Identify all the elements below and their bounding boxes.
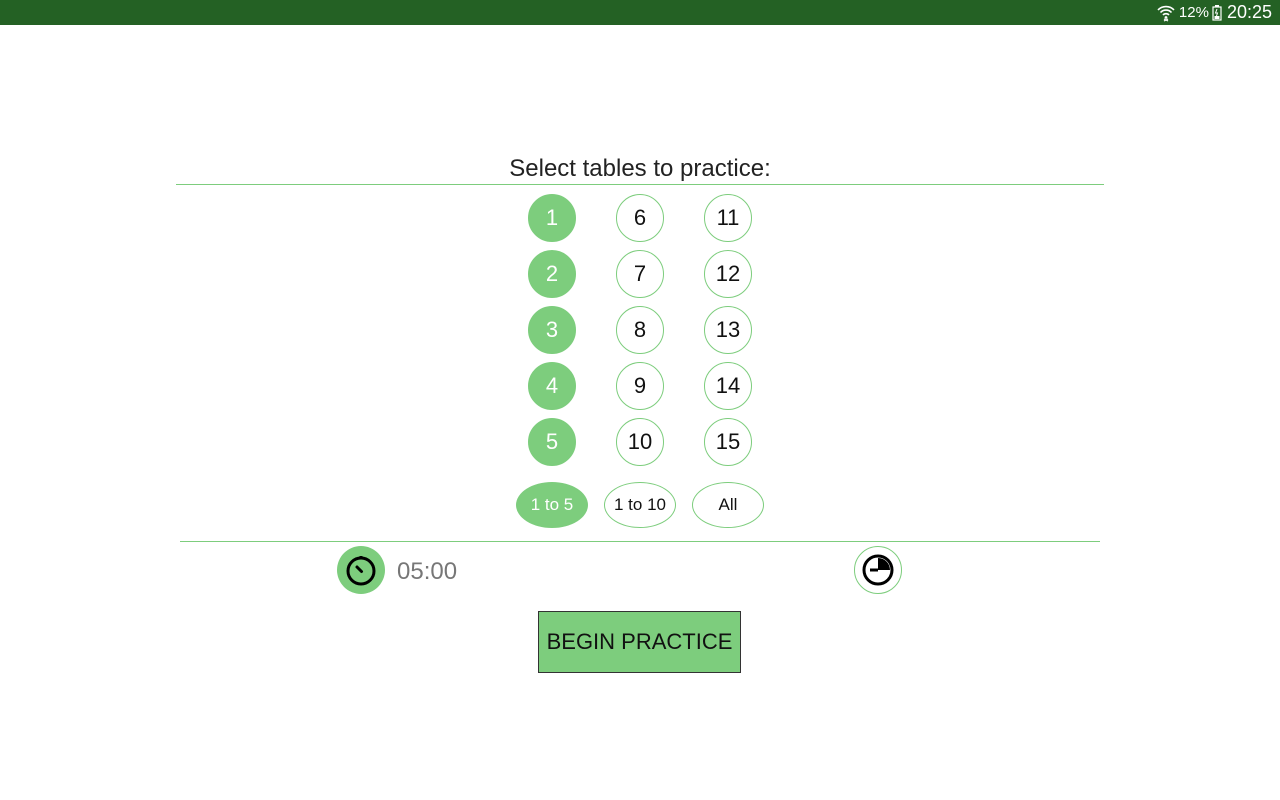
table-button-13[interactable]: 13	[704, 306, 752, 354]
table-label: 8	[633, 317, 647, 342]
status-bar: 12% 20:25	[0, 0, 1280, 25]
table-label: 3	[545, 317, 559, 342]
divider-top	[176, 184, 1104, 185]
table-label: 7	[633, 261, 647, 286]
table-button-15[interactable]: 15	[704, 418, 752, 466]
range-button-1-to-5[interactable]: 1 to 5	[516, 482, 588, 528]
divider-bottom	[180, 541, 1100, 542]
table-button-8[interactable]: 8	[616, 306, 664, 354]
wifi-icon	[1157, 5, 1175, 22]
range-label: 1 to 5	[530, 495, 574, 514]
begin-practice-button[interactable]: BEGIN PRACTICE	[538, 611, 741, 673]
timer-value: 05:00	[397, 558, 458, 585]
table-button-12[interactable]: 12	[704, 250, 752, 298]
status-indicators: 12% 20:25	[1157, 0, 1272, 25]
table-button-3[interactable]: 3	[528, 306, 576, 354]
table-button-4[interactable]: 4	[528, 362, 576, 410]
table-button-7[interactable]: 7	[616, 250, 664, 298]
table-button-14[interactable]: 14	[704, 362, 752, 410]
clock: 20:25	[1226, 2, 1272, 22]
table-button-2[interactable]: 2	[528, 250, 576, 298]
table-label: 13	[715, 317, 741, 342]
begin-practice-label: BEGIN PRACTICE	[546, 629, 733, 654]
battery-percent: 12%	[1178, 4, 1209, 21]
pie-chart-button[interactable]	[854, 546, 902, 594]
range-button-1-to-10[interactable]: 1 to 10	[604, 482, 676, 528]
pie-chart-icon	[862, 554, 894, 586]
table-label: 2	[545, 261, 559, 286]
range-label: All	[718, 495, 738, 514]
stopwatch-icon	[346, 556, 376, 586]
battery-icon	[1212, 4, 1222, 21]
timer-button[interactable]	[337, 546, 385, 594]
table-button-5[interactable]: 5	[528, 418, 576, 466]
table-label: 12	[715, 261, 741, 286]
table-label: 5	[545, 429, 559, 454]
page-title: Select tables to practice:	[509, 155, 771, 182]
table-button-11[interactable]: 11	[704, 194, 752, 242]
table-label: 6	[633, 205, 647, 230]
table-label: 10	[627, 429, 653, 454]
table-label: 15	[715, 429, 741, 454]
table-button-9[interactable]: 9	[616, 362, 664, 410]
table-label: 4	[545, 373, 559, 398]
table-button-6[interactable]: 6	[616, 194, 664, 242]
table-label: 1	[545, 205, 559, 230]
table-label: 11	[716, 205, 740, 230]
table-button-1[interactable]: 1	[528, 194, 576, 242]
table-button-10[interactable]: 10	[616, 418, 664, 466]
table-label: 9	[633, 373, 647, 398]
range-label: 1 to 10	[614, 495, 666, 514]
range-button-all[interactable]: All	[692, 482, 764, 528]
table-label: 14	[715, 373, 741, 398]
